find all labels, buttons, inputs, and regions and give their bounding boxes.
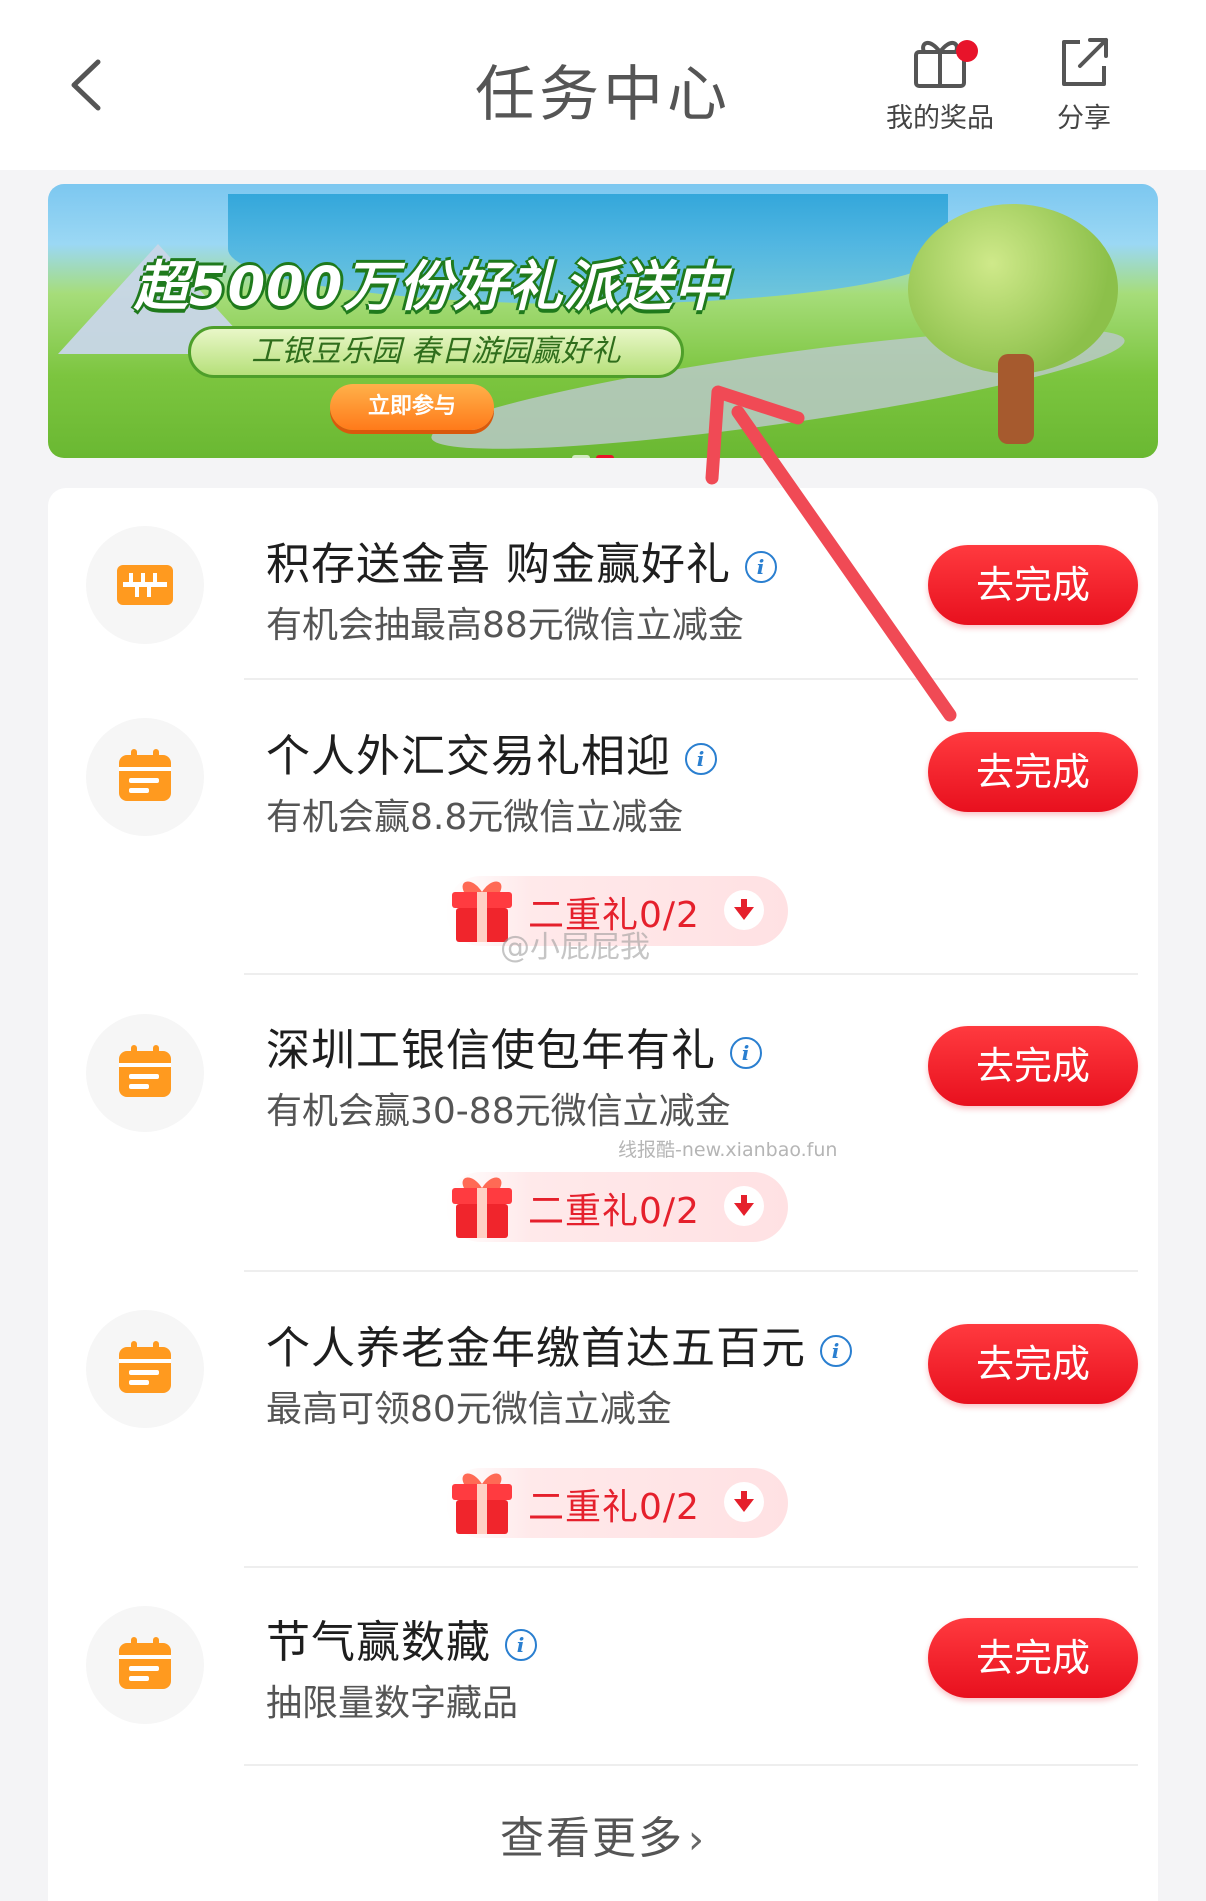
arrow-down-icon bbox=[734, 1491, 754, 1512]
task-icon-container bbox=[86, 718, 204, 836]
info-icon[interactable]: i bbox=[505, 1629, 537, 1661]
gift-box-icon bbox=[452, 1473, 512, 1534]
divider bbox=[244, 973, 1138, 975]
divider bbox=[244, 1270, 1138, 1272]
notification-dot bbox=[956, 40, 978, 62]
info-icon[interactable]: i bbox=[685, 743, 717, 775]
tree-illustration bbox=[908, 204, 1118, 374]
chevron-left-icon bbox=[71, 59, 101, 111]
second-gift-label: 二重礼0/2 bbox=[528, 1191, 700, 1232]
task-title: 个人外汇交易礼相迎 i bbox=[266, 720, 717, 784]
task-title: 积存送金喜 购金赢好礼 i bbox=[266, 528, 777, 592]
promo-banner[interactable]: 超5000万份好礼派送中 工银豆乐园 春日游园赢好礼 立即参与 bbox=[48, 184, 1158, 458]
info-icon[interactable]: i bbox=[745, 551, 777, 583]
tree-trunk-illustration bbox=[998, 354, 1034, 444]
expand-arrow[interactable] bbox=[724, 890, 764, 930]
go-complete-button[interactable]: 去完成 bbox=[928, 1324, 1138, 1404]
view-more-label: 查看更多 bbox=[500, 1813, 684, 1864]
ruler-icon bbox=[117, 565, 173, 605]
arrow-down-icon bbox=[734, 1195, 754, 1216]
calendar-icon bbox=[119, 1637, 171, 1689]
task-title: 节气赢数藏 i bbox=[266, 1606, 537, 1670]
calendar-icon bbox=[119, 749, 171, 801]
second-gift-progress[interactable]: 二重礼0/2 bbox=[446, 1468, 788, 1538]
task-description: 有机会赢30-88元微信立减金 bbox=[266, 1091, 731, 1132]
task-description: 有机会抽最高88元微信立减金 bbox=[266, 605, 744, 646]
task-title: 个人养老金年缴首达五百元 i bbox=[266, 1312, 852, 1376]
info-icon[interactable]: i bbox=[820, 1335, 852, 1367]
task-description: 有机会赢8.8元微信立减金 bbox=[266, 797, 684, 838]
task-list-card: 积存送金喜 购金赢好礼 i 有机会抽最高88元微信立减金 去完成 个人外汇交易礼相… bbox=[48, 488, 1158, 1901]
header-bar: 任务中心 我的奖品 分享 bbox=[0, 0, 1206, 170]
share-button[interactable]: 分享 bbox=[1014, 34, 1154, 144]
calendar-icon bbox=[119, 1341, 171, 1393]
my-prizes-button[interactable]: 我的奖品 bbox=[870, 34, 1010, 144]
banner-headline: 超5000万份好礼派送中 bbox=[134, 255, 729, 318]
task-icon-container bbox=[86, 1014, 204, 1132]
task-icon-container bbox=[86, 526, 204, 644]
back-button[interactable] bbox=[62, 52, 112, 118]
divider bbox=[244, 678, 1138, 680]
go-complete-button[interactable]: 去完成 bbox=[928, 732, 1138, 812]
share-label: 分享 bbox=[1057, 103, 1111, 134]
go-complete-button[interactable]: 去完成 bbox=[928, 545, 1138, 625]
site-watermark: 线报酷-new.xianbao.fun bbox=[618, 1139, 838, 1161]
go-complete-button[interactable]: 去完成 bbox=[928, 1618, 1138, 1698]
share-icon bbox=[1062, 38, 1108, 86]
weibo-watermark: @小屁屁我 bbox=[500, 930, 650, 965]
banner-subtitle: 工银豆乐园 春日游园赢好礼 bbox=[188, 326, 684, 378]
task-description: 抽限量数字藏品 bbox=[266, 1683, 519, 1724]
task-icon-container bbox=[86, 1606, 204, 1724]
divider bbox=[244, 1566, 1138, 1568]
expand-arrow[interactable] bbox=[724, 1482, 764, 1522]
calendar-icon bbox=[119, 1045, 171, 1097]
divider bbox=[244, 1764, 1138, 1766]
second-gift-progress[interactable]: 二重礼0/2 bbox=[446, 1172, 788, 1242]
carousel-dot-active bbox=[596, 455, 614, 458]
task-description: 最高可领80元微信立减金 bbox=[266, 1389, 672, 1430]
gift-box-icon bbox=[452, 1177, 512, 1238]
view-more-link[interactable]: 查看更多 › bbox=[48, 1802, 1158, 1866]
info-icon[interactable]: i bbox=[730, 1037, 762, 1069]
expand-arrow[interactable] bbox=[724, 1186, 764, 1226]
second-gift-label: 二重礼0/2 bbox=[528, 1487, 700, 1528]
task-icon-container bbox=[86, 1310, 204, 1428]
my-prizes-label: 我的奖品 bbox=[886, 103, 994, 134]
task-title: 深圳工银信使包年有礼 i bbox=[266, 1014, 762, 1078]
go-complete-button[interactable]: 去完成 bbox=[928, 1026, 1138, 1106]
chevron-right-icon: › bbox=[688, 1817, 706, 1863]
banner-join-button[interactable]: 立即参与 bbox=[330, 384, 494, 430]
carousel-dot bbox=[572, 455, 590, 458]
arrow-down-icon bbox=[734, 899, 754, 920]
carousel-indicator bbox=[572, 446, 632, 458]
